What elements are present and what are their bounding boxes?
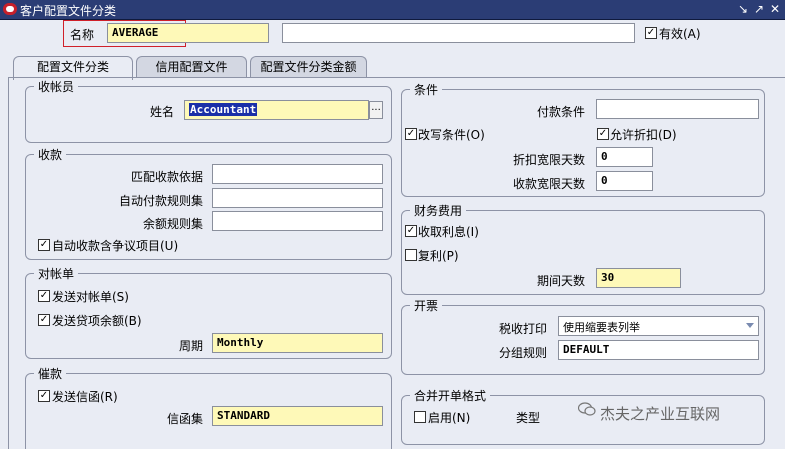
payment-terms-label: 付款条件 [536,105,585,119]
match-receipts-label: 匹配收款依据 [130,170,203,184]
compound-interest-checkbox[interactable] [405,249,417,261]
override-terms-label: 改写条件(O) [418,128,485,142]
autocash-ruleset-label: 自动付款规则集 [118,194,203,208]
compound-interest-label: 复利(P) [418,249,459,263]
oracle-logo-icon [3,3,17,15]
consolidated-enable-label: 启用(N) [428,411,471,425]
collector-name-label: 姓名 [149,105,174,119]
remainder-ruleset-field[interactable] [212,211,383,231]
dispute-checkbox[interactable]: ✓ [38,239,50,251]
credit-balance-label: 发送贷项余额(B) [52,314,142,328]
charge-interest-label: 收取利息(I) [418,225,479,239]
finance-charges-group-title: 财务费用 [410,202,467,219]
tab-credit-profile[interactable]: 信用配置文件 [136,56,247,78]
invoicing-group-title: 开票 [410,297,443,314]
receipt-grace-field[interactable]: 0 [596,171,653,191]
discount-grace-field[interactable]: 0 [596,147,653,167]
letter-set-label: 信函集 [166,412,203,426]
letter-set-field[interactable]: STANDARD [212,406,383,426]
collector-name-value: Accountant [189,103,258,116]
remainder-ruleset-label: 余额规则集 [142,217,203,231]
active-checkbox[interactable]: ✓ [645,27,657,39]
send-statement-checkbox[interactable]: ✓ [38,290,50,302]
window-title: 客户配置文件分类 [20,4,117,18]
grouping-rule-label: 分组规则 [498,346,547,360]
statement-cycle-field[interactable]: Monthly [212,333,383,353]
send-letters-label: 发送信函(R) [52,390,118,404]
days-in-period-label: 期间天数 [536,274,585,288]
close-icon[interactable]: ✕ [768,2,782,16]
chevron-down-icon [746,323,754,328]
days-in-period-field[interactable]: 30 [596,268,681,288]
name-field[interactable]: AVERAGE [107,23,269,43]
credit-balance-checkbox[interactable]: ✓ [38,314,50,326]
tax-printing-select[interactable]: 使用缩要表列举 [558,316,759,336]
send-statement-label: 发送对帐单(S) [52,290,129,304]
receipts-group-title: 收款 [34,146,67,163]
grouping-rule-field[interactable]: DEFAULT [558,340,759,360]
send-letters-checkbox[interactable]: ✓ [38,390,50,402]
collector-group-title: 收帐员 [34,78,79,95]
consolidated-enable-checkbox[interactable] [414,411,426,423]
autocash-ruleset-field[interactable] [212,188,383,208]
collector-lov-button[interactable]: ... [369,101,383,119]
receipt-grace-label: 收款宽限天数 [512,177,585,191]
dispute-label: 自动收款含争议项目(U) [52,239,179,253]
minimize-icon[interactable]: ↘ [736,2,750,16]
consolidated-type-label: 类型 [516,411,541,425]
consolidated-group-title: 合并开单格式 [410,387,491,404]
window-title-bar: 客户配置文件分类 ↘ ↗ ✕ [0,0,785,20]
tab-profile-class-amounts[interactable]: 配置文件分类金额 [250,56,367,78]
wechat-logo-icon [577,402,596,416]
charge-interest-checkbox[interactable]: ✓ [405,225,417,237]
discount-grace-label: 折扣宽限天数 [512,153,585,167]
tax-printing-value: 使用缩要表列举 [563,321,640,334]
payment-terms-field[interactable] [596,99,759,119]
allow-discount-label: 允许折扣(D) [610,128,677,142]
terms-group-title: 条件 [410,81,443,98]
collector-name-field[interactable]: Accountant [184,100,369,120]
override-terms-checkbox[interactable]: ✓ [405,128,417,140]
name-label: 名称 [70,28,95,42]
dunning-group-title: 催款 [34,365,67,382]
maximize-icon[interactable]: ↗ [752,2,766,16]
active-label: 有效(A) [659,27,701,41]
watermark-text: 杰夫之产业互联网 [600,405,721,423]
statement-cycle-label: 周期 [178,339,203,353]
tax-printing-label: 税收打印 [498,322,547,336]
match-receipts-field[interactable] [212,164,383,184]
statements-group-title: 对帐单 [34,265,79,282]
allow-discount-checkbox[interactable]: ✓ [597,128,609,140]
description-field[interactable] [282,23,635,43]
